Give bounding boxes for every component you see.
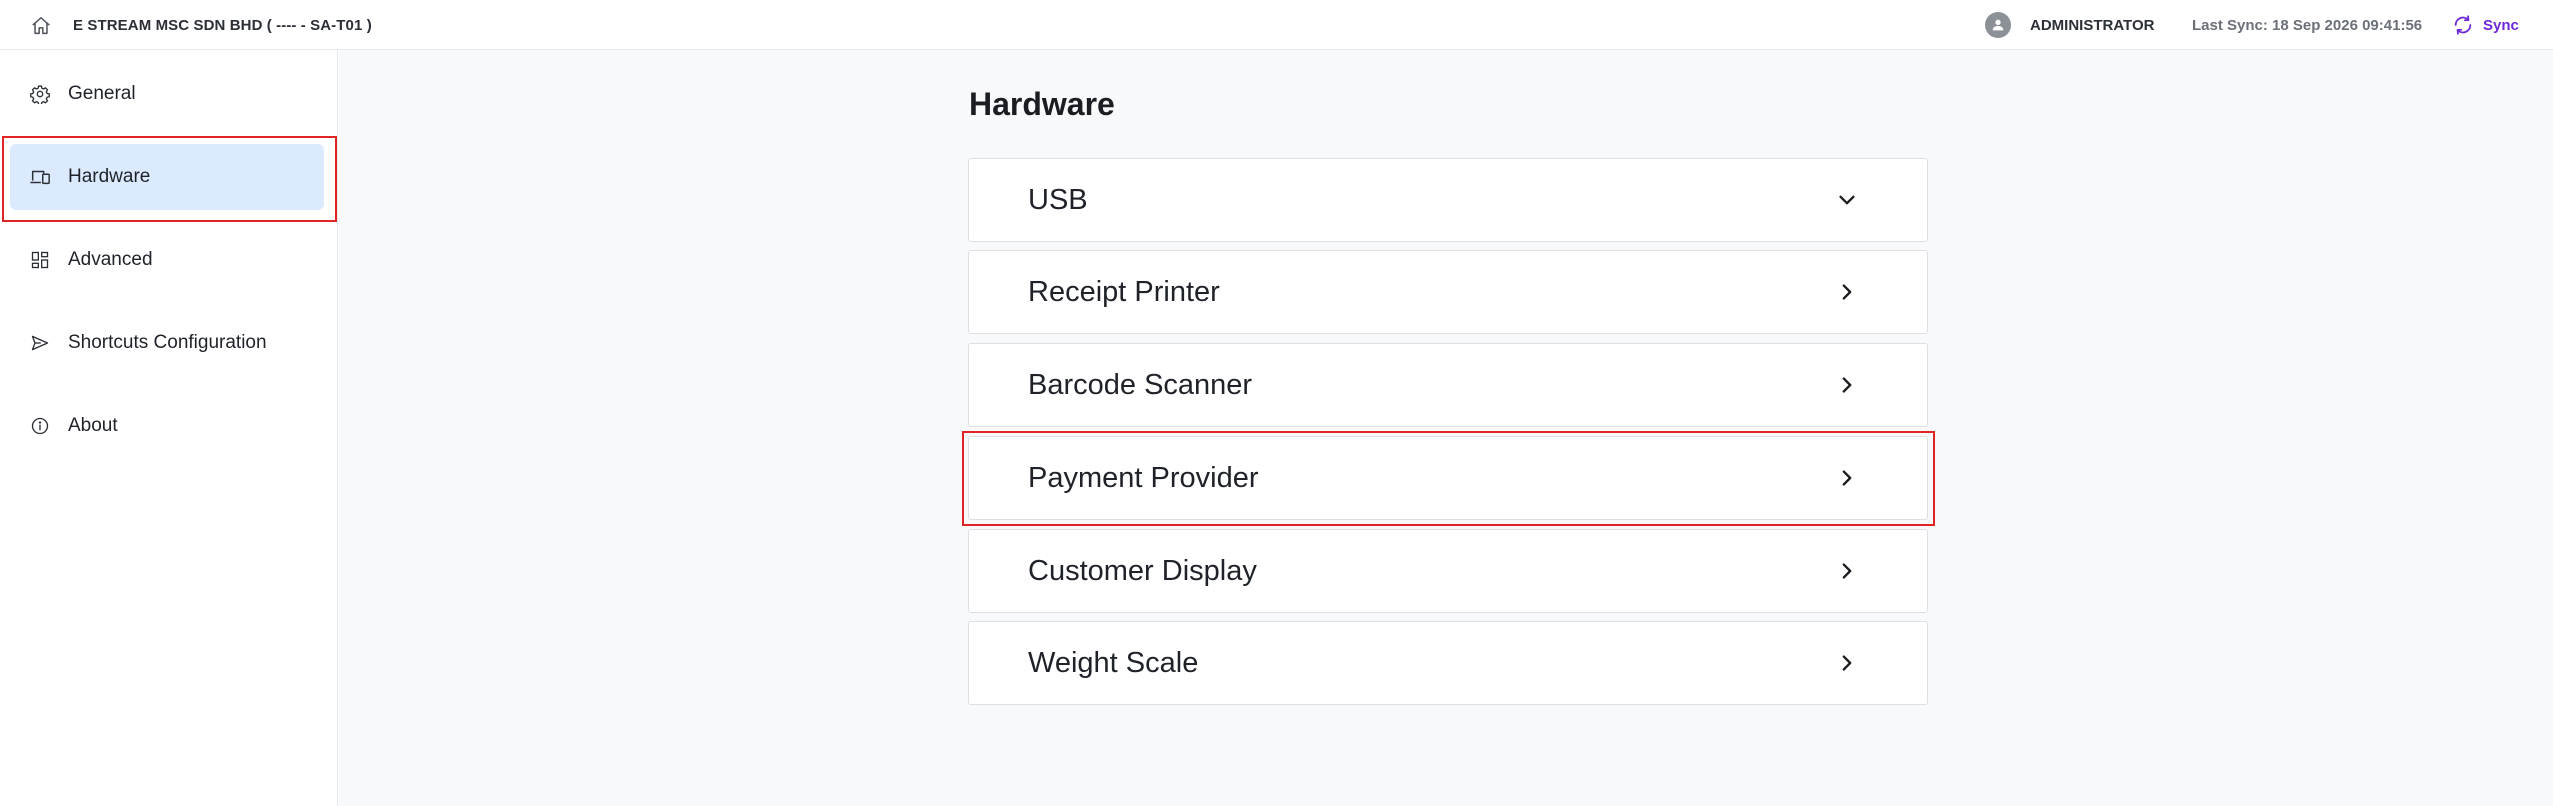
- chevron-right-icon: [1833, 649, 1861, 677]
- gear-icon: [28, 82, 52, 106]
- top-bar: E STREAM MSC SDN BHD ( ---- - SA-T01 ) A…: [0, 0, 2553, 50]
- sidebar-item-label: General: [68, 83, 136, 104]
- send-icon: [28, 331, 52, 355]
- hardware-item-label: Payment Provider: [1028, 461, 1259, 494]
- sidebar-item-label: About: [68, 415, 118, 436]
- chevron-right-icon: [1833, 278, 1861, 306]
- devices-icon: [28, 165, 52, 189]
- sidebar-item-about[interactable]: About: [10, 393, 324, 459]
- sidebar-item-label: Advanced: [68, 249, 153, 270]
- user-name: ADMINISTRATOR: [2030, 16, 2155, 34]
- chevron-right-icon: [1833, 464, 1861, 492]
- info-icon: [28, 414, 52, 438]
- home-button[interactable]: [28, 13, 54, 39]
- hardware-item-usb[interactable]: USB: [968, 158, 1928, 242]
- user-avatar-icon: [1985, 12, 2011, 38]
- chevron-right-icon: [1833, 371, 1861, 399]
- hardware-item-label: Customer Display: [1028, 554, 1257, 587]
- sidebar-item-shortcuts-configuration[interactable]: Shortcuts Configuration: [10, 310, 324, 376]
- chevron-right-icon: [1833, 557, 1861, 585]
- hardware-item-barcode-scanner[interactable]: Barcode Scanner: [968, 343, 1928, 427]
- hardware-item-label: Weight Scale: [1028, 646, 1199, 679]
- hardware-item-label: Barcode Scanner: [1028, 368, 1253, 401]
- sync-label: Sync: [2483, 16, 2519, 34]
- hardware-item-label: Receipt Printer: [1028, 275, 1220, 308]
- sync-icon: [2454, 15, 2472, 35]
- page-title: Hardware: [969, 86, 1115, 122]
- sidebar-item-general[interactable]: General: [10, 61, 324, 127]
- sidebar-item-hardware[interactable]: Hardware: [10, 144, 324, 210]
- hardware-item-customer-display[interactable]: Customer Display: [968, 529, 1928, 613]
- sidebar-item-advanced[interactable]: Advanced: [10, 227, 324, 293]
- sync-button[interactable]: Sync: [2452, 12, 2519, 38]
- last-sync-text: Last Sync: 18 Sep 2026 09:41:56: [2192, 17, 2423, 34]
- hardware-item-payment-provider[interactable]: Payment Provider: [968, 436, 1928, 520]
- store-name: E STREAM MSC SDN BHD ( ---- - SA-T01 ): [73, 17, 372, 34]
- sidebar-item-label: Shortcuts Configuration: [68, 332, 267, 353]
- hardware-item-receipt-printer[interactable]: Receipt Printer: [968, 250, 1928, 334]
- chevron-down-icon: [1833, 186, 1861, 214]
- sidebar-item-label: Hardware: [68, 166, 151, 187]
- sidebar: General Hardware Advanced Shortcuts Conf…: [0, 50, 338, 806]
- dashboard-icon: [28, 248, 52, 272]
- hardware-item-label: USB: [1028, 183, 1088, 216]
- hardware-item-weight-scale[interactable]: Weight Scale: [968, 621, 1928, 705]
- home-icon: [32, 17, 50, 35]
- user-menu[interactable]: ADMINISTRATOR: [1985, 11, 2154, 39]
